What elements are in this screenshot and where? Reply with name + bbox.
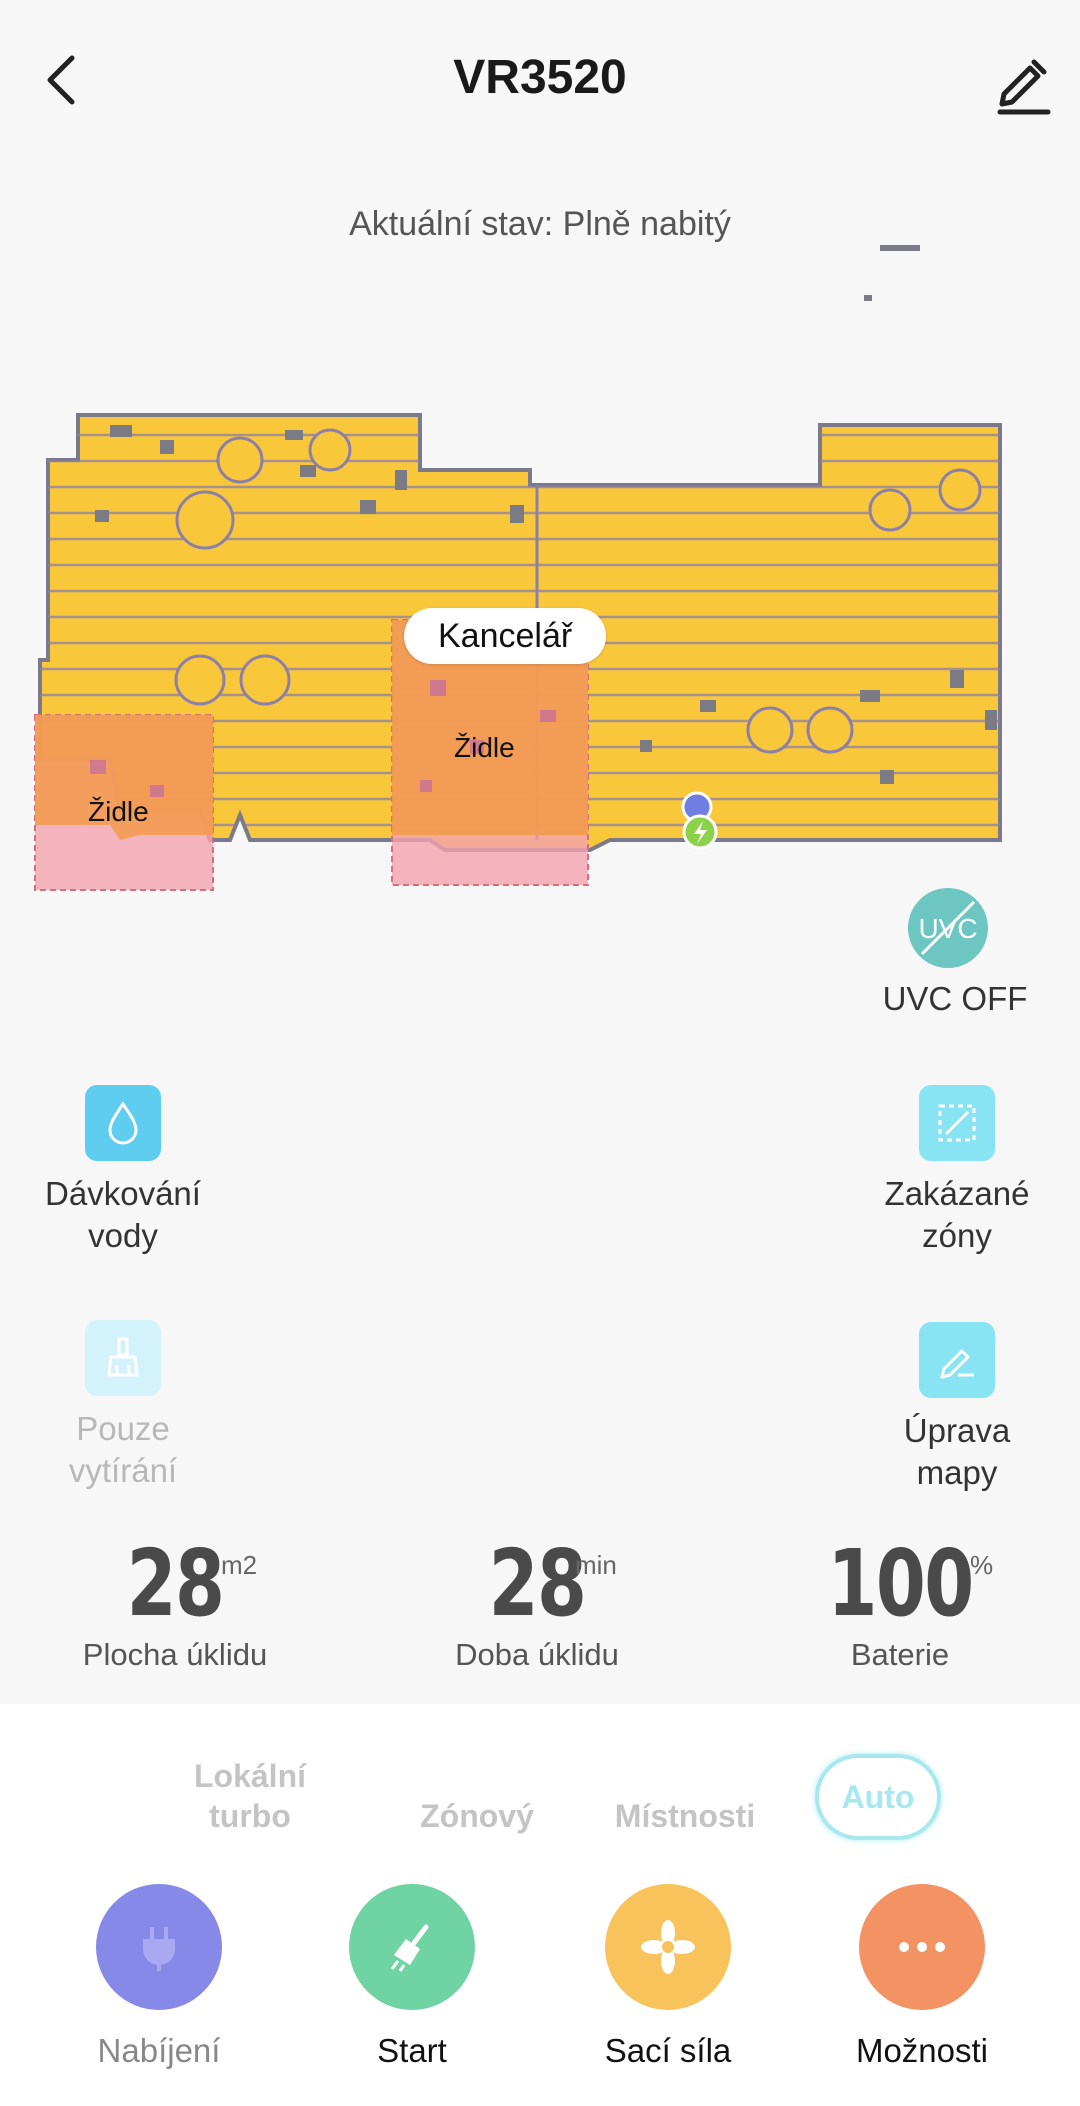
mode-auto[interactable]: Auto xyxy=(815,1754,941,1840)
stat-area: 28 m2 Plocha úklidu xyxy=(25,1530,325,1673)
current-status: Aktuální stav: Plně nabitý xyxy=(349,205,731,243)
zone-label-chair-2: Židle xyxy=(454,732,515,763)
mop-only-button[interactable]: Pouze vytírání xyxy=(23,1320,223,1492)
forbidden-zones-label: Zakázané zóny xyxy=(884,1175,1030,1254)
page-title: VR3520 xyxy=(453,51,627,104)
more-dots-icon xyxy=(859,1884,985,2010)
charge-label: Nabíjení xyxy=(97,2032,221,2069)
mode-zone[interactable]: Zónový xyxy=(402,1796,552,1836)
fan-icon xyxy=(605,1884,731,2010)
uvc-off-icon: UVC xyxy=(918,900,978,956)
edit-map-icon xyxy=(919,1322,995,1398)
options-label: Možnosti xyxy=(855,2032,989,2069)
mop-icon xyxy=(85,1320,161,1396)
stat-time-unit: min xyxy=(575,1550,617,1580)
edit-name-button[interactable] xyxy=(990,48,1060,118)
stat-area-label: Plocha úklidu xyxy=(82,1637,268,1672)
charge-button[interactable]: Nabíjení xyxy=(59,1884,259,2070)
stat-battery-unit: % xyxy=(970,1550,994,1580)
map-edit-label: Úprava mapy xyxy=(903,1412,1011,1491)
suction-power-button[interactable]: Sací síla xyxy=(568,1884,768,2070)
map-canvas xyxy=(34,245,1002,891)
stat-battery-value: 100 xyxy=(827,1530,974,1637)
mode-rooms[interactable]: Místnosti xyxy=(600,1796,770,1836)
broom-icon xyxy=(349,1884,475,2010)
uvc-toggle[interactable]: UVC xyxy=(908,888,988,968)
stat-battery-label: Baterie xyxy=(850,1637,950,1672)
pencil-icon xyxy=(997,59,1051,115)
options-button[interactable]: Možnosti xyxy=(822,1884,1022,2070)
control-panel: Lokální turbo Zónový Místnosti Auto Nabí… xyxy=(0,1704,1080,2106)
room-label-office[interactable]: Kancelář xyxy=(404,608,607,664)
stat-area-unit: m2 xyxy=(221,1550,258,1580)
map-edit-button[interactable]: Úprava mapy xyxy=(857,1322,1057,1494)
stat-battery: 100 % Baterie xyxy=(750,1530,1050,1673)
mode-local-turbo[interactable]: Lokální turbo xyxy=(170,1756,330,1836)
cleaning-map[interactable]: Kancelář Židle Židle xyxy=(0,240,1080,940)
uvc-label: UVC OFF xyxy=(882,980,1028,1017)
water-drop-icon xyxy=(85,1085,161,1161)
forbidden-zone-icon xyxy=(919,1085,995,1161)
zone-label-chair-1: Židle xyxy=(88,796,149,827)
start-label: Start xyxy=(377,2032,447,2069)
suction-power-label: Sací síla xyxy=(604,2032,732,2069)
stat-area-value: 28 xyxy=(126,1530,225,1637)
stat-time-value: 28 xyxy=(488,1530,587,1637)
plug-icon xyxy=(96,1884,222,2010)
mop-only-label: Pouze vytírání xyxy=(68,1410,178,1489)
start-button[interactable]: Start xyxy=(312,1884,512,2070)
water-dosing-button[interactable]: Dávkování vody xyxy=(23,1085,223,1257)
forbidden-zones-button[interactable]: Zakázané zóny xyxy=(857,1085,1057,1257)
stat-time-label: Doba úklidu xyxy=(455,1637,619,1672)
water-dosing-label: Dávkování vody xyxy=(45,1175,201,1254)
stat-time: 28 min Doba úklidu xyxy=(387,1530,687,1673)
